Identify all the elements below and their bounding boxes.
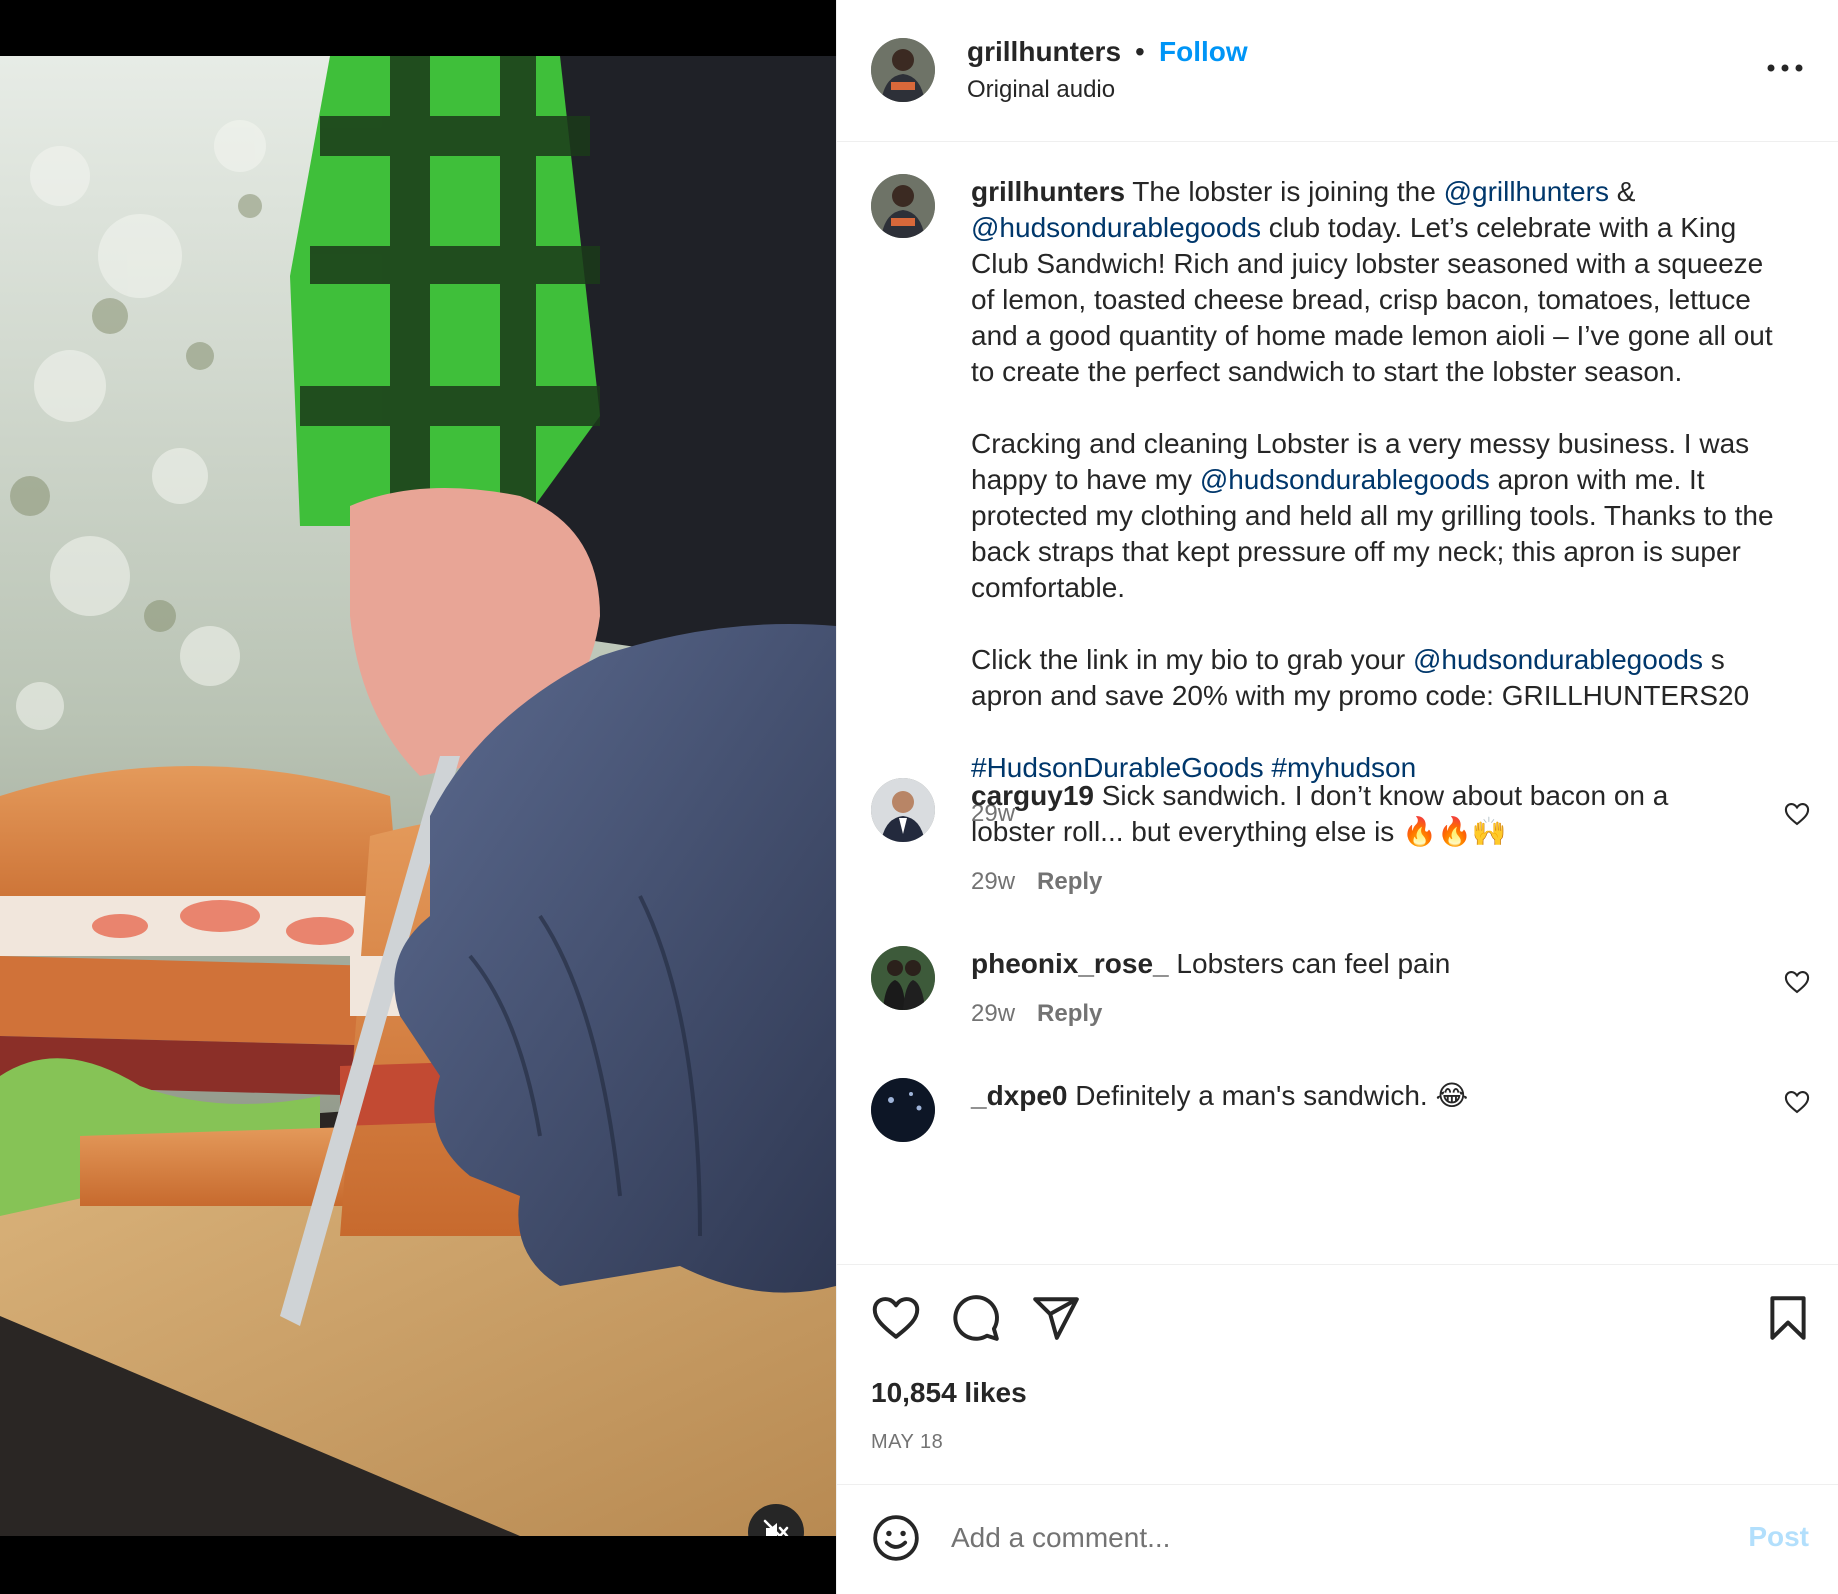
reply-button[interactable]: Reply [1037,1000,1102,1027]
comment-input[interactable] [949,1509,1653,1567]
mention-link[interactable]: @hudsondurablegoods [971,212,1261,243]
bookmark-icon[interactable] [1763,1293,1813,1343]
like-comment-heart-icon[interactable] [1783,968,1811,996]
author-username[interactable]: grillhunters [967,36,1121,68]
reply-button[interactable]: Reply [1037,868,1102,895]
likes-count[interactable]: 10,854 likes [871,1377,1027,1409]
comment-text: Lobsters can feel pain [1168,948,1451,979]
comment-item: pheonix_rose_ Lobsters can feel pain 29w… [837,946,1838,1046]
paper-plane-icon[interactable] [1031,1293,1081,1343]
comment-body: carguy19 Sick sandwich. I don’t know abo… [971,778,1701,900]
commenter-avatar[interactable] [871,778,935,842]
commenter-username[interactable]: pheonix_rose_ [971,948,1169,979]
comment-text: Definitely a man's sandwich. 😂 [1067,1080,1469,1111]
post-details-panel: grillhunters • Follow Original audio gri… [836,0,1838,1594]
avatar-image [871,174,935,238]
follow-button[interactable]: Follow [1159,36,1248,68]
caption-paragraph-1: grillhunters The lobster is joining the … [971,174,1791,390]
header-separator: • [1135,36,1145,67]
smiley-icon[interactable] [871,1513,921,1563]
avatar-image [871,946,935,1010]
caption-author-avatar[interactable] [871,174,935,238]
mention-link[interactable]: @grillhunters [1444,176,1609,207]
comment-item: carguy19 Sick sandwich. I don’t know abo… [837,778,1838,898]
caption-paragraph-2: Cracking and cleaning Lobster is a very … [971,426,1791,606]
comments-section[interactable]: grillhunters The lobster is joining the … [837,142,1838,1264]
commenter-avatar[interactable] [871,1078,935,1142]
caption-paragraph-3: Click the link in my bio to grab your @h… [971,642,1791,714]
speaker-muted-icon [763,1519,789,1536]
avatar-image [871,38,935,102]
mention-link[interactable]: @hudsondurablegoods [1413,644,1703,675]
caption-text-segment: The lobster is joining the [1125,176,1444,207]
post-actions: 10,854 likes MAY 18 [837,1264,1838,1484]
video-still-image [0,56,836,1536]
original-audio-link[interactable]: Original audio [967,76,1115,104]
commenter-username[interactable]: _dxpe0 [971,1080,1068,1111]
comment-body: pheonix_rose_ Lobsters can feel pain 29w… [971,946,1701,1032]
heart-icon[interactable] [871,1293,921,1343]
post-header: grillhunters • Follow Original audio [837,0,1838,142]
post-date[interactable]: MAY 18 [871,1431,943,1454]
comment-timestamp[interactable]: 29w [971,868,1015,895]
comment-item: _dxpe0 Definitely a man's sandwich. 😂 [837,1078,1838,1198]
post-caption: grillhunters The lobster is joining the … [971,174,1791,832]
comment-bubble-icon[interactable] [951,1293,1001,1343]
caption-text-segment: & [1608,176,1636,207]
comment-meta: 29w Reply [971,996,1701,1032]
comment-meta: 29w Reply [971,864,1701,900]
comment-composer: Post [837,1484,1838,1594]
more-horizontal-icon [1767,64,1803,72]
like-comment-heart-icon[interactable] [1783,1088,1811,1116]
avatar-image [871,778,935,842]
post-comment-button[interactable]: Post [1748,1521,1809,1553]
avatar-image [871,1078,935,1142]
comment-body: _dxpe0 Definitely a man's sandwich. 😂 [971,1078,1701,1114]
post-media [0,0,836,1594]
commenter-avatar[interactable] [871,946,935,1010]
caption-username[interactable]: grillhunters [971,176,1125,207]
video-frame[interactable] [0,56,836,1536]
more-options-button[interactable] [1761,50,1809,86]
author-avatar[interactable] [871,38,935,102]
mention-link[interactable]: @hudsondurablegoods [1200,464,1490,495]
commenter-username[interactable]: carguy19 [971,780,1094,811]
comment-timestamp[interactable]: 29w [971,1000,1015,1027]
like-comment-heart-icon[interactable] [1783,800,1811,828]
caption-text-segment: Click the link in my bio to grab your [971,644,1413,675]
